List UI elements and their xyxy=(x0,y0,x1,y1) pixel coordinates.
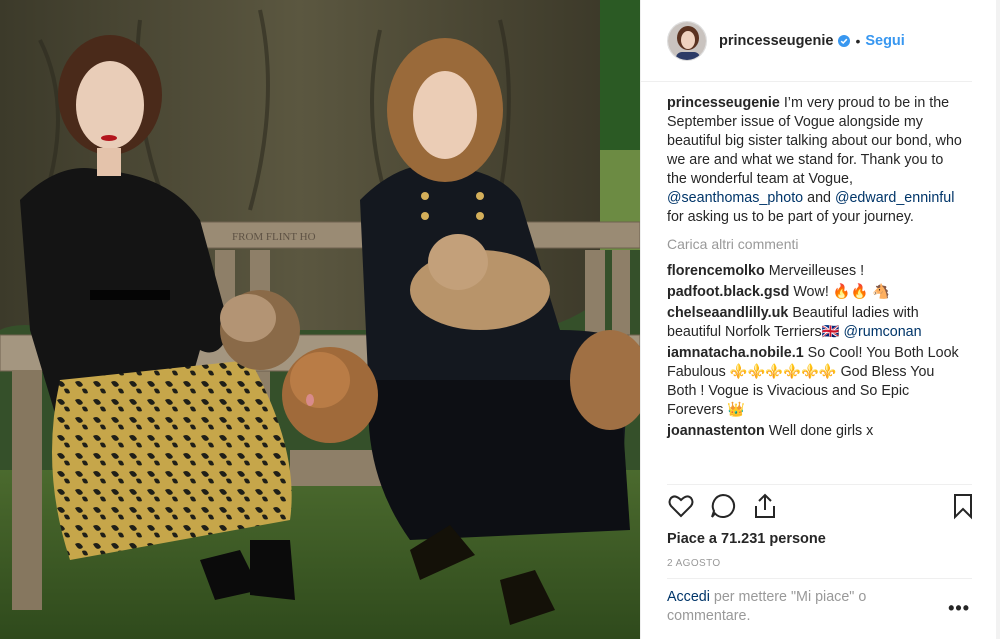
more-options-icon[interactable]: ••• xyxy=(948,598,970,619)
caption-text-3: for asking us to be part of your journey… xyxy=(667,209,914,225)
header-dot: • xyxy=(855,32,861,49)
avatar[interactable] xyxy=(667,20,707,61)
comment: joannastenton Well done girls x xyxy=(667,422,963,441)
action-bar xyxy=(667,492,977,524)
likes-count[interactable]: Piace a 71.231 persone xyxy=(667,531,826,547)
comment-username[interactable]: florencemolko xyxy=(667,263,765,279)
comment-username[interactable]: chelseaandlilly.uk xyxy=(667,305,788,321)
comment-username[interactable]: iamnatacha.nobile.1 xyxy=(667,345,804,361)
caption-mention-1[interactable]: @seanthomas_photo xyxy=(667,190,803,206)
header-username[interactable]: princesseugenie xyxy=(719,33,833,49)
caption-username[interactable]: princesseugenie xyxy=(667,95,780,111)
share-icon[interactable] xyxy=(751,492,779,520)
post-side-panel: princesseugenie • Segui princesseugenie … xyxy=(640,0,1000,639)
comment: chelseaandlilly.uk Beautiful ladies with… xyxy=(667,304,963,342)
caption-text-2: and xyxy=(803,190,835,206)
bookmark-icon[interactable] xyxy=(949,492,977,520)
window-edge xyxy=(996,0,1000,639)
comment-mention[interactable]: @rumconan xyxy=(843,324,921,340)
avatar-image xyxy=(668,21,706,60)
comment: iamnatacha.nobile.1 So Cool! You Both Lo… xyxy=(667,344,963,420)
post-date: 2 AGOSTO xyxy=(667,558,721,569)
comment-username[interactable]: padfoot.black.gsd xyxy=(667,284,789,300)
comment-username[interactable]: joannastenton xyxy=(667,423,765,439)
post-photo[interactable]: FROM FLINT HO xyxy=(0,0,640,639)
caption-mention-2[interactable]: @edward_enninful xyxy=(835,190,954,206)
caption: princesseugenie I’m very proud to be in … xyxy=(667,94,963,227)
post-header: princesseugenie • Segui xyxy=(641,0,972,82)
heart-icon[interactable] xyxy=(667,492,695,520)
instagram-post: FROM FLINT HO princesseugenie • Segui pr… xyxy=(0,0,1000,639)
divider xyxy=(667,578,972,579)
login-link[interactable]: Accedi xyxy=(667,589,710,605)
login-prompt: Accedi per mettere "Mi piace" o commenta… xyxy=(667,588,907,626)
comment: padfoot.black.gsd Wow! 🔥🔥 🐴 xyxy=(667,283,963,302)
divider xyxy=(667,484,972,485)
follow-button[interactable]: Segui xyxy=(865,33,904,49)
svg-text:FROM FLINT HO: FROM FLINT HO xyxy=(232,231,316,243)
post-photo-illustration: FROM FLINT HO xyxy=(0,0,640,639)
load-more-comments-button[interactable]: Carica altri commenti xyxy=(667,235,963,254)
comment: florencemolko Merveilleuses ! xyxy=(667,262,963,281)
comments-list: princesseugenie I’m very proud to be in … xyxy=(667,94,963,443)
comment-text: Well done girls x xyxy=(768,423,874,439)
comment-text: Wow! 🔥🔥 🐴 xyxy=(793,284,891,300)
comment-icon[interactable] xyxy=(709,492,737,520)
comment-text: Merveilleuses ! xyxy=(768,263,865,279)
verified-badge-icon xyxy=(838,34,851,47)
